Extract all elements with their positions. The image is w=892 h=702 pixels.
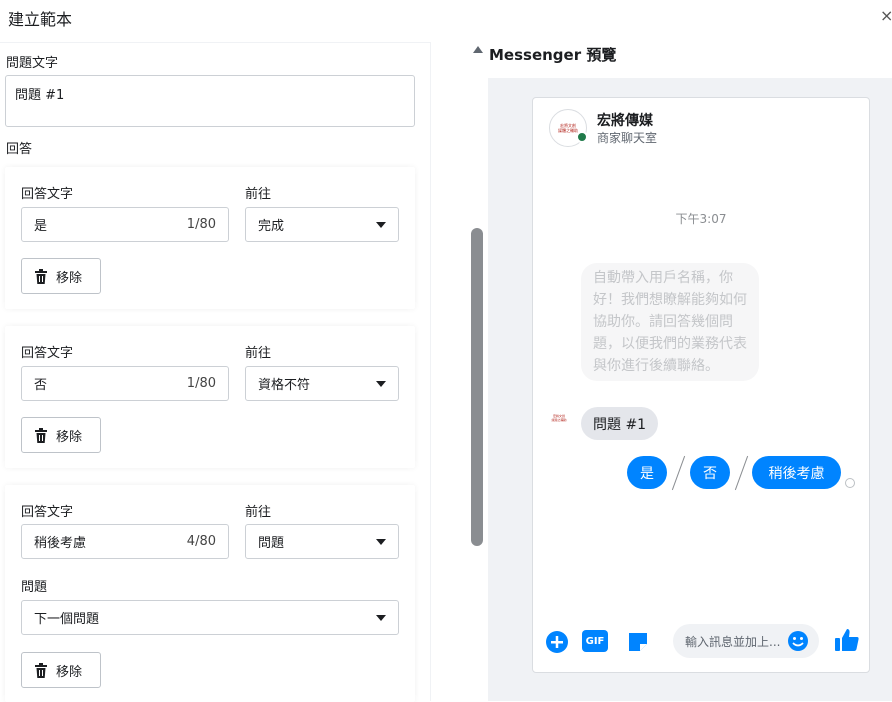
quick-reply-later[interactable]: 稍後考慮 (752, 456, 841, 489)
answer-text-input[interactable]: 否 1/80 (21, 366, 229, 401)
goto-value: 完成 (258, 219, 285, 234)
caret-down-icon (376, 221, 386, 228)
page-name: 宏將傳媒 (597, 113, 653, 129)
goto-select[interactable]: 資格不符 (245, 366, 399, 401)
emoji-icon[interactable] (787, 630, 809, 652)
answer-text-label: 回答文字 (21, 346, 74, 361)
thumbs-up-icon[interactable] (833, 626, 861, 654)
message-input-placeholder: 輸入訊息並加上... (685, 634, 781, 649)
answer-card-2: 回答文字 前往 否 1/80 資格不符 移除 (5, 326, 415, 468)
sticker-icon[interactable] (626, 630, 650, 654)
answer-card-3: 回答文字 前往 稍後考慮 4/80 問題 問題 下一個問題 移除 (5, 485, 415, 702)
greeting-bubble: 自動帶入用戶名稱，你好！我們想瞭解能夠如何協助你。請回答幾個問題，以便我們的業務… (581, 263, 759, 381)
remove-label: 移除 (56, 270, 83, 286)
dialog-title: 建立範本 (8, 10, 73, 29)
caret-down-icon (376, 614, 386, 621)
caret-down-icon (376, 538, 386, 545)
trash-icon (35, 427, 47, 443)
brand-logo: 宏將文創 媒體之輔助 (558, 123, 578, 133)
answer-text-input[interactable]: 是 1/80 (21, 207, 229, 242)
plus-icon[interactable] (545, 630, 569, 654)
trash-icon (35, 662, 47, 678)
answer-text-value: 是 (34, 219, 48, 234)
goto-value: 問題 (258, 536, 285, 551)
question-select-value: 下一個問題 (34, 612, 100, 627)
goto-value: 資格不符 (258, 378, 311, 393)
question-text-label: 問題文字 (6, 56, 59, 71)
preview-title: Messenger 預覽 (489, 46, 617, 64)
char-count: 1/80 (186, 376, 216, 391)
quick-reply-yes[interactable]: 是 (627, 456, 667, 489)
answer-text-input[interactable]: 稍後考慮 4/80 (21, 524, 229, 559)
goto-label: 前往 (245, 346, 272, 361)
remove-label: 移除 (56, 664, 83, 680)
goto-label: 前往 (245, 505, 272, 520)
seen-check-icon (845, 478, 855, 488)
trash-icon (35, 268, 47, 284)
template-form: 問題文字 問題 #1 回答 回答文字 前往 是 1/80 完成 移除 回答文字 … (0, 42, 430, 702)
question-select-label: 問題 (21, 580, 48, 595)
goto-select[interactable]: 完成 (245, 207, 399, 242)
question-text-input[interactable]: 問題 #1 (5, 75, 415, 127)
scroll-up-arrow-icon[interactable] (473, 46, 483, 53)
remove-button[interactable]: 移除 (21, 258, 101, 294)
remove-label: 移除 (56, 429, 83, 445)
question-bubble: 問題 #1 (581, 407, 659, 440)
answer-card-1: 回答文字 前往 是 1/80 完成 移除 (5, 167, 415, 309)
dialog-header: 建立範本 × (0, 0, 892, 40)
panel-divider (430, 42, 431, 701)
gif-icon[interactable]: GIF (582, 630, 608, 652)
close-icon[interactable]: × (880, 6, 892, 25)
sender-avatar: 宏將文創 媒體之輔助 (551, 414, 567, 422)
question-select[interactable]: 下一個問題 (21, 600, 399, 635)
scrollbar-thumb[interactable] (471, 228, 483, 546)
online-status-dot (576, 131, 588, 143)
answer-text-value: 稍後考慮 (34, 536, 87, 551)
separator (671, 455, 686, 491)
char-count: 4/80 (186, 534, 216, 549)
remove-button[interactable]: 移除 (21, 417, 101, 453)
separator (734, 455, 749, 491)
messenger-preview: 宏將文創 媒體之輔助 宏將傳媒 商家聊天室 下午3:07 自動帶入用戶名稱，你好！… (532, 97, 870, 673)
answers-label: 回答 (6, 142, 33, 157)
goto-label: 前往 (245, 187, 272, 202)
quick-reply-no[interactable]: 否 (690, 456, 730, 489)
goto-select[interactable]: 問題 (245, 524, 399, 559)
answer-text-label: 回答文字 (21, 505, 74, 520)
answer-text-value: 否 (34, 378, 48, 393)
char-count: 1/80 (186, 217, 216, 232)
page-subtitle: 商家聊天室 (597, 131, 658, 145)
caret-down-icon (376, 380, 386, 387)
answer-text-label: 回答文字 (21, 187, 74, 202)
remove-button[interactable]: 移除 (21, 652, 101, 688)
message-timestamp: 下午3:07 (675, 212, 727, 226)
